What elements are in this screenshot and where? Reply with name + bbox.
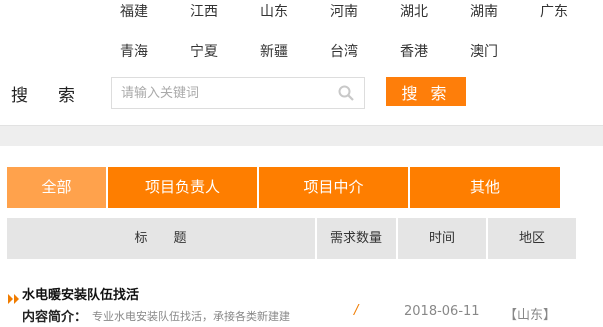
province-link[interactable]: 河南 <box>330 1 358 21</box>
province-link[interactable]: 湖北 <box>400 1 428 21</box>
row-date: 2018-06-11 <box>404 304 480 319</box>
search-box <box>111 77 365 109</box>
section-divider <box>0 125 603 146</box>
tab-all[interactable]: 全部 <box>7 167 106 208</box>
tab-project-leader[interactable]: 项目负责人 <box>108 167 257 208</box>
table-header: 标 题 需求数量 时间 地区 <box>7 218 576 259</box>
province-link[interactable]: 广东 <box>540 1 568 21</box>
tab-project-agent[interactable]: 项目中介 <box>259 167 408 208</box>
province-link[interactable]: 湖南 <box>470 1 498 21</box>
province-link[interactable]: 江西 <box>190 1 218 21</box>
province-link[interactable]: 香港 <box>400 41 428 61</box>
row-region: 【山东】 <box>504 308 557 323</box>
column-header-quantity: 需求数量 <box>329 231 382 246</box>
search-icon[interactable] <box>338 85 354 101</box>
search-label-char: 索 <box>58 86 75 106</box>
search-input[interactable] <box>112 78 341 108</box>
arrow-right-icon <box>8 289 20 308</box>
column-header-date: 时间 <box>428 231 455 246</box>
column-header-title: 标 题 <box>134 231 187 246</box>
search-label: 搜 索 <box>11 81 75 106</box>
province-link[interactable]: 新疆 <box>260 41 288 61</box>
province-link[interactable]: 台湾 <box>330 41 358 61</box>
column-header-region: 地区 <box>518 231 545 246</box>
tab-other[interactable]: 其他 <box>410 167 560 208</box>
province-link[interactable]: 澳门 <box>470 41 498 61</box>
search-label-char: 搜 <box>11 86 28 106</box>
province-link[interactable]: 青海 <box>120 41 148 61</box>
province-link[interactable]: 宁夏 <box>190 41 218 61</box>
province-link[interactable]: 山东 <box>260 1 288 21</box>
row-intro-label: 内容简介： <box>22 310 88 325</box>
row-intro-text: 专业水电安装队伍找活，承接各类新建建 <box>92 310 290 323</box>
province-link[interactable]: 福建 <box>120 1 148 21</box>
row-title-link[interactable]: 水电暖安装队伍找活 <box>22 284 139 303</box>
search-button[interactable]: 搜 索 <box>386 77 466 106</box>
row-quantity: / <box>354 303 359 318</box>
